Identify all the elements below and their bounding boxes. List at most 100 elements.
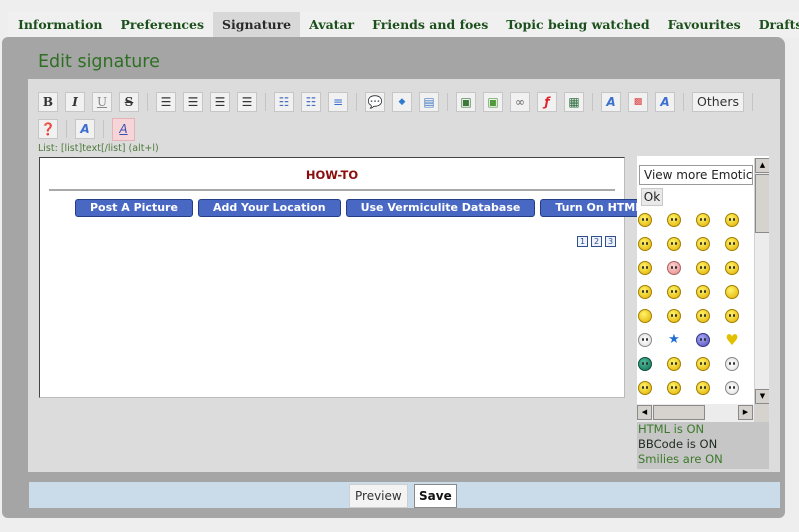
toggle-wysiwyg-button[interactable]: A xyxy=(112,117,135,141)
align-right-button[interactable]: ☰ xyxy=(210,92,230,112)
smiley-icon[interactable] xyxy=(638,213,652,227)
heart-icon[interactable]: ♥ xyxy=(725,333,739,348)
font-face-button[interactable]: A xyxy=(655,92,675,112)
smiley-icon[interactable] xyxy=(725,309,739,323)
help-button[interactable]: ❓ xyxy=(38,119,58,139)
font-size-button[interactable]: A xyxy=(601,92,621,112)
preview-button[interactable]: Preview xyxy=(349,484,408,508)
flash-button[interactable]: ƒ xyxy=(537,92,557,112)
smiley-icon[interactable] xyxy=(638,285,652,299)
smiley-icon[interactable] xyxy=(667,285,681,299)
smiley-icon[interactable] xyxy=(638,309,652,323)
save-button[interactable]: Save xyxy=(414,484,457,508)
smiley-icon[interactable] xyxy=(696,285,710,299)
tab-topic-being-watched[interactable]: Topic being watched xyxy=(497,12,659,37)
tab-drafts[interactable]: Drafts xyxy=(749,12,799,37)
toolbar-separator xyxy=(103,120,104,138)
align-right-icon: ☰ xyxy=(214,95,226,109)
smiley-icon[interactable] xyxy=(725,213,739,227)
underline-icon: U xyxy=(96,95,108,109)
font-size-icon: A xyxy=(606,95,616,109)
smiley-icon[interactable] xyxy=(638,357,652,371)
smiley-icon[interactable] xyxy=(725,285,739,299)
scroll-down-icon[interactable]: ▼ xyxy=(755,389,769,404)
star-icon[interactable]: ★ xyxy=(667,333,681,347)
smiley-icon[interactable] xyxy=(638,237,652,251)
smiley-icon[interactable] xyxy=(696,261,710,275)
smilies-vertical-scrollbar[interactable]: ▲ ▼ xyxy=(754,158,769,404)
page-3-button[interactable]: 3 xyxy=(605,236,616,247)
align-center-button[interactable]: ☰ xyxy=(183,92,203,112)
video-button[interactable]: ▦ xyxy=(564,92,584,112)
smiley-icon[interactable] xyxy=(696,237,710,251)
others-button[interactable]: Others xyxy=(692,92,745,112)
link-button[interactable]: ∞ xyxy=(510,92,530,112)
emoticons-ok-button[interactable]: Ok xyxy=(641,188,663,206)
toolbar-separator xyxy=(265,93,266,111)
code-button[interactable]: ◆ xyxy=(392,92,412,112)
smiley-icon[interactable] xyxy=(696,333,710,347)
tab-favourites[interactable]: Favourites xyxy=(658,12,750,37)
tab-signature[interactable]: Signature xyxy=(213,12,301,37)
tab-preferences[interactable]: Preferences xyxy=(111,12,214,37)
numbered-list-button[interactable]: ☷ xyxy=(301,92,321,112)
smilies-panel: View more Emoticons Ok ★ ♥ xyxy=(637,156,769,422)
tab-friends-and-foes[interactable]: Friends and foes xyxy=(363,12,498,37)
howto-heading: HOW-TO xyxy=(305,168,359,182)
strikethrough-button[interactable]: S xyxy=(119,92,139,112)
table-button[interactable]: ▤ xyxy=(419,92,439,112)
underline-button[interactable]: U xyxy=(92,92,112,112)
smiley-icon[interactable] xyxy=(696,213,710,227)
quote-button[interactable]: 💬 xyxy=(365,92,385,112)
bullet-list-button[interactable]: ☷ xyxy=(274,92,294,112)
upload-image-button[interactable]: ▣ xyxy=(456,92,476,112)
tab-information[interactable]: Information xyxy=(8,12,112,37)
scroll-left-icon[interactable]: ◀ xyxy=(637,405,652,420)
bold-button[interactable]: B xyxy=(38,92,58,112)
smiley-icon[interactable] xyxy=(696,357,710,371)
smiley-icon[interactable] xyxy=(696,381,710,395)
post-picture-button[interactable]: Post A Picture xyxy=(75,199,193,217)
vermiculite-database-button[interactable]: Use Vermiculite Database xyxy=(345,199,536,217)
tab-avatar[interactable]: Avatar xyxy=(300,12,364,37)
smiley-icon[interactable] xyxy=(667,213,681,227)
italic-button[interactable]: I xyxy=(65,92,85,112)
remove-format-button[interactable]: A xyxy=(75,119,95,139)
smiley-icon[interactable] xyxy=(725,261,739,275)
toolbar-separator xyxy=(683,93,684,111)
smiley-icon[interactable] xyxy=(638,261,652,275)
smiley-icon[interactable] xyxy=(667,309,681,323)
page-1-button[interactable]: 1 xyxy=(577,236,588,247)
smiley-icon[interactable] xyxy=(696,309,710,323)
smiley-icon[interactable] xyxy=(667,261,681,275)
scroll-up-icon[interactable]: ▲ xyxy=(755,158,769,173)
smiley-icon[interactable] xyxy=(667,381,681,395)
post-options-status: HTML is ON BBCode is ON Smilies are ON xyxy=(637,422,769,469)
bbcode-toolbar: B I U S ☰ ☰ ☰ ☰ ☷ ☷ ≡ 💬 ◆ ▤ ▣ ▣ ∞ ƒ ▦ A … xyxy=(38,90,768,144)
smiley-icon[interactable] xyxy=(725,357,739,371)
help-icon: ❓ xyxy=(40,122,56,136)
page-2-button[interactable]: 2 xyxy=(591,236,602,247)
smiley-icon[interactable] xyxy=(725,381,739,395)
emoticons-select[interactable]: View more Emoticons xyxy=(639,165,753,185)
smiley-icon[interactable] xyxy=(638,333,652,347)
scroll-thumb[interactable] xyxy=(653,405,705,420)
scroll-right-icon[interactable]: ▶ xyxy=(738,405,753,420)
link-icon: ∞ xyxy=(515,95,525,109)
scroll-thumb[interactable] xyxy=(755,174,769,233)
smilies-horizontal-scrollbar[interactable]: ◀ ▶ xyxy=(637,404,754,422)
image-button[interactable]: ▣ xyxy=(483,92,503,112)
smiley-icon[interactable] xyxy=(667,237,681,251)
film-icon: ▦ xyxy=(568,95,580,109)
align-left-button[interactable]: ☰ xyxy=(156,92,176,112)
font-color-button[interactable]: ▩ xyxy=(628,92,648,112)
smiley-icon[interactable] xyxy=(725,237,739,251)
horizontal-rule-button[interactable]: ≡ xyxy=(328,92,348,112)
add-location-button[interactable]: Add Your Location xyxy=(197,199,341,217)
align-left-icon: ☰ xyxy=(160,95,172,109)
flash-icon: ƒ xyxy=(544,95,550,109)
smiley-icon[interactable] xyxy=(667,357,681,371)
signature-editor[interactable]: HOW-TO Post A Picture Add Your Location … xyxy=(39,157,658,398)
smiley-icon[interactable] xyxy=(638,381,652,395)
justify-button[interactable]: ☰ xyxy=(237,92,257,112)
